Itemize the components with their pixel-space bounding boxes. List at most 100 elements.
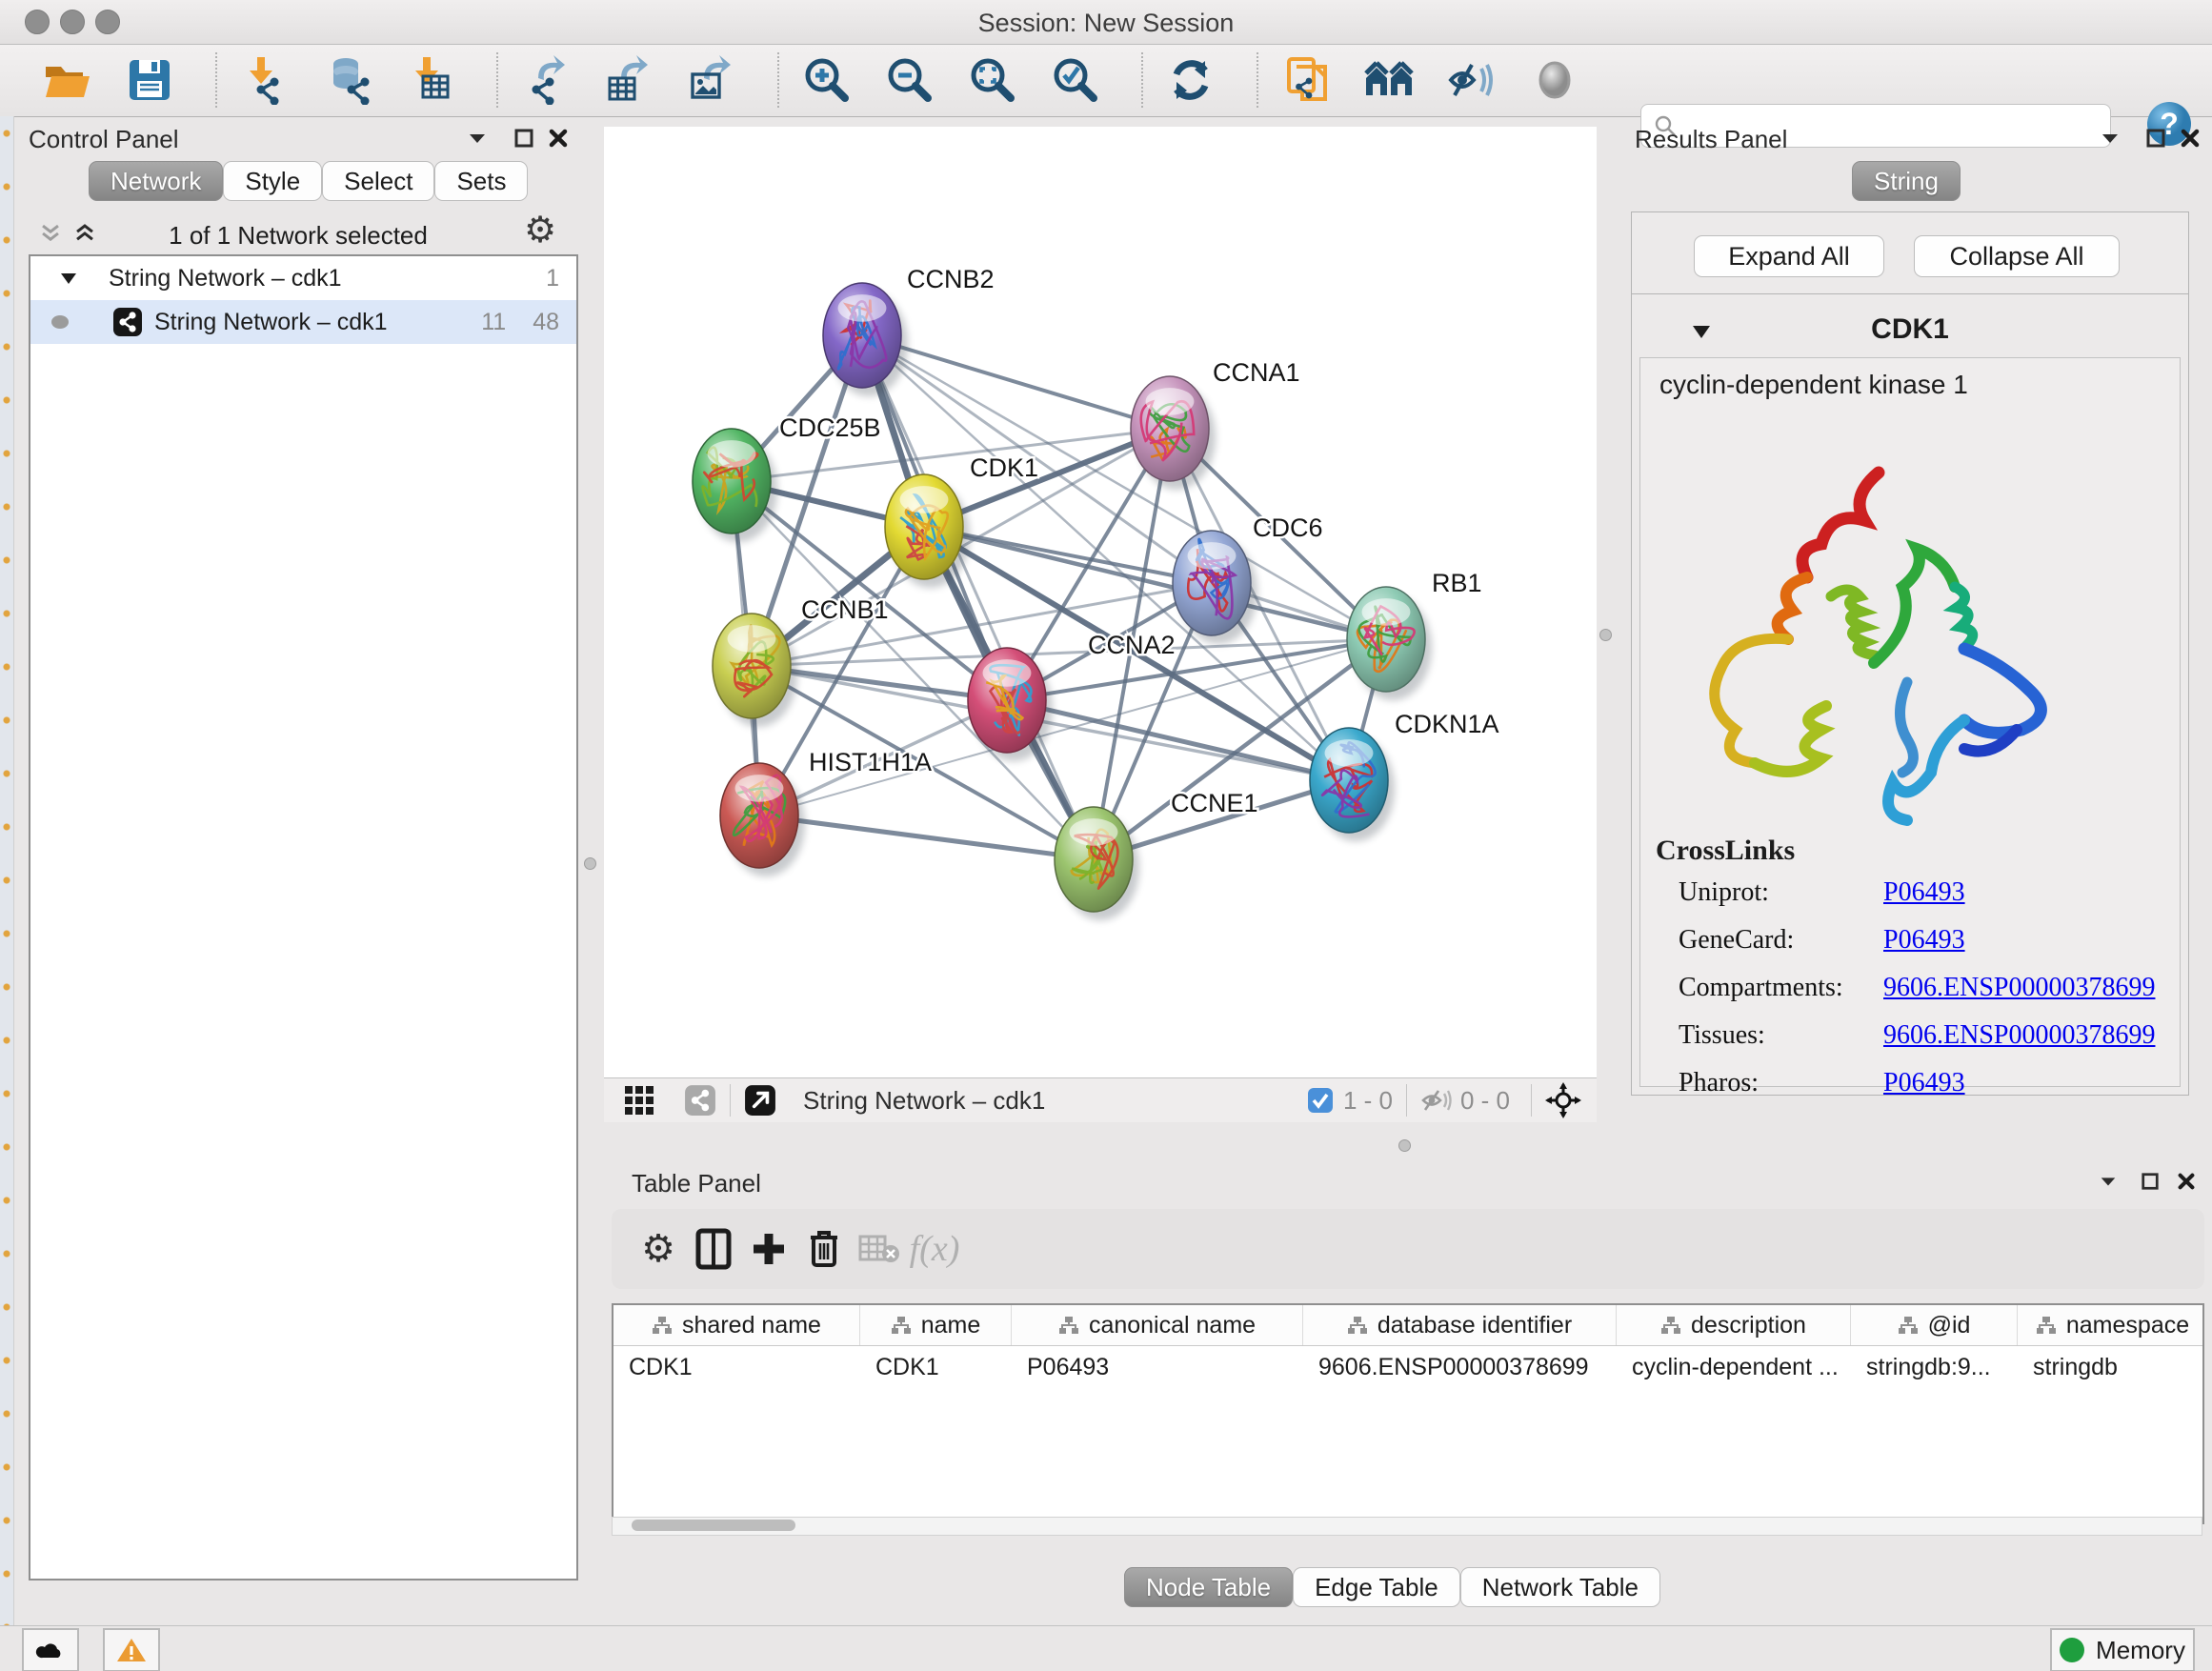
tab-network[interactable]: Network (89, 161, 223, 201)
column-header--id[interactable]: @id (1851, 1305, 2018, 1345)
crosslink-value-link[interactable]: 9606.ENSP00000378699 (1883, 1020, 2155, 1051)
table-panel-menu-icon[interactable] (2094, 1167, 2122, 1196)
export-table-icon[interactable] (602, 51, 655, 109)
toolbar-separator (496, 52, 498, 108)
table-panel-title: Table Panel (632, 1169, 761, 1198)
table-toolbar: ⚙ f(x) (612, 1209, 2204, 1289)
results-panel-float-icon[interactable] (2142, 124, 2170, 152)
control-panel-menu-icon[interactable] (463, 124, 492, 152)
table-panel-close-icon[interactable] (2172, 1167, 2201, 1196)
export-image-icon[interactable] (685, 51, 738, 109)
control-panel-close-icon[interactable] (544, 124, 573, 152)
import-table-icon[interactable] (404, 51, 457, 109)
results-panel-close-icon[interactable] (2176, 124, 2204, 152)
node-HIST1H1A[interactable] (720, 763, 805, 876)
edge-CCNA2-CDKN1A[interactable] (1007, 700, 1349, 780)
create-column-icon[interactable] (741, 1220, 796, 1278)
edge-HIST1H1A-CCNE1[interactable] (759, 815, 1094, 859)
table-scrollbar-thumb[interactable] (632, 1520, 795, 1531)
crosslink-value-link[interactable]: P06493 (1883, 925, 1965, 956)
column-header-namespace[interactable]: namespace (2018, 1305, 2204, 1345)
tab-select[interactable]: Select (322, 161, 434, 201)
node-CCNB2[interactable] (823, 283, 908, 396)
show-all-icon[interactable] (1528, 51, 1581, 109)
edge-CCNB2-CCNE1[interactable] (862, 335, 1094, 859)
collapse-all-button[interactable]: Collapse All (1914, 235, 2120, 277)
bottom-splitter-handle[interactable] (1398, 1139, 1411, 1152)
table-panel-float-icon[interactable] (2136, 1167, 2164, 1196)
export-network-icon[interactable] (519, 51, 573, 109)
tab-node-table[interactable]: Node Table (1124, 1567, 1293, 1607)
control-panel: Control Panel NetworkStyleSelectSets 1 o… (13, 116, 583, 1625)
save-session-icon[interactable] (123, 51, 176, 109)
zoom-out-icon[interactable] (883, 51, 936, 109)
tab-edge-table[interactable]: Edge Table (1293, 1567, 1460, 1607)
node-CCNB1[interactable] (713, 614, 797, 727)
birds-eye-view-icon[interactable] (1545, 1082, 1581, 1118)
results-panel-menu-icon[interactable] (2096, 124, 2124, 152)
expand-all-button[interactable]: Expand All (1694, 235, 1884, 277)
open-in-new-window-icon[interactable] (744, 1084, 776, 1117)
zoom-selected-icon[interactable] (1049, 51, 1102, 109)
edge-RB1-CCNB1[interactable] (752, 639, 1386, 666)
right-splitter-handle[interactable] (1599, 629, 1612, 641)
collection-count: 1 (546, 265, 559, 292)
string-network-icon (112, 307, 143, 337)
table-tabs: Node TableEdge TableNetwork Table (1124, 1567, 1660, 1607)
crosslink-value-link[interactable]: 9606.ENSP00000378699 (1883, 973, 2155, 1003)
network-snapshot-icon[interactable] (1279, 51, 1333, 109)
status-bar: Memory (0, 1625, 2212, 1671)
network-row[interactable]: String Network – cdk1 11 48 (30, 300, 576, 344)
column-header-database-identifier[interactable]: database identifier (1303, 1305, 1617, 1345)
column-header-name[interactable]: name (860, 1305, 1012, 1345)
left-splitter-handle[interactable] (584, 857, 596, 870)
node-label-CCNA1: CCNA1 (1213, 358, 1300, 387)
refresh-icon[interactable] (1164, 51, 1217, 109)
node-CCNE1[interactable] (1055, 807, 1139, 920)
node-CDC6[interactable] (1173, 531, 1257, 644)
node-RB1[interactable] (1347, 587, 1432, 700)
tab-string[interactable]: String (1852, 161, 1961, 201)
network-options-gear-icon[interactable]: ⚙ (526, 215, 554, 244)
warning-status-button[interactable] (103, 1628, 160, 1671)
zoom-in-icon[interactable] (800, 51, 854, 109)
import-database-icon[interactable] (321, 51, 374, 109)
gene-detail-box: cyclin-dependent kinase 1 (1639, 357, 2181, 1087)
tab-sets[interactable]: Sets (434, 161, 528, 201)
delete-column-icon[interactable] (796, 1220, 852, 1278)
tab-network-table[interactable]: Network Table (1460, 1567, 1660, 1607)
selected-checkbox-icon[interactable] (1307, 1087, 1334, 1114)
hide-selected-icon[interactable] (1445, 51, 1498, 109)
open-session-icon[interactable] (40, 51, 93, 109)
memory-button[interactable]: Memory (2050, 1628, 2195, 1671)
column-header-canonical-name[interactable]: canonical name (1012, 1305, 1303, 1345)
edge-CCNB2-CCNA1[interactable] (862, 335, 1170, 429)
gene-name: CDK1 (1632, 313, 2188, 346)
table-row[interactable]: CDK1CDK1P064939606.ENSP00000378699cyclin… (613, 1346, 2202, 1388)
network-view-toolbar: String Network – cdk1 1 - 0 0 - 0 (604, 1077, 1597, 1122)
function-builder-icon: f(x) (907, 1220, 962, 1278)
control-panel-title: Control Panel (29, 125, 179, 154)
control-panel-float-icon[interactable] (510, 124, 538, 152)
network-collection-row[interactable]: String Network – cdk1 1 (30, 256, 576, 300)
crosslink-value-link[interactable]: P06493 (1883, 1068, 1965, 1098)
grid-view-icon[interactable] (623, 1084, 655, 1117)
delete-table-icon (852, 1220, 907, 1278)
node-CCNA2[interactable] (968, 648, 1053, 761)
zoom-fit-icon[interactable] (966, 51, 1019, 109)
node-CDKN1A[interactable] (1310, 728, 1395, 841)
column-header-shared-name[interactable]: shared name (613, 1305, 860, 1345)
crosslink-value-link[interactable]: P06493 (1883, 877, 1965, 908)
collection-expander-icon[interactable] (59, 271, 78, 286)
memory-status-dot (2060, 1638, 2084, 1662)
import-network-icon[interactable] (238, 51, 292, 109)
show-columns-icon[interactable] (686, 1220, 741, 1278)
string-style-icon[interactable] (684, 1084, 716, 1117)
network-canvas[interactable]: CCNB2CCNA1CDC25BCDK1CDC6RB1CCNB1CCNA2CDK… (604, 127, 1597, 1077)
first-neighbors-icon[interactable] (1362, 51, 1416, 109)
tab-style[interactable]: Style (223, 161, 322, 201)
cloud-status-button[interactable] (22, 1628, 79, 1671)
table-cell: 9606.ENSP00000378699 (1303, 1346, 1617, 1388)
table-options-gear-icon[interactable]: ⚙ (631, 1220, 686, 1278)
column-header-description[interactable]: description (1617, 1305, 1851, 1345)
